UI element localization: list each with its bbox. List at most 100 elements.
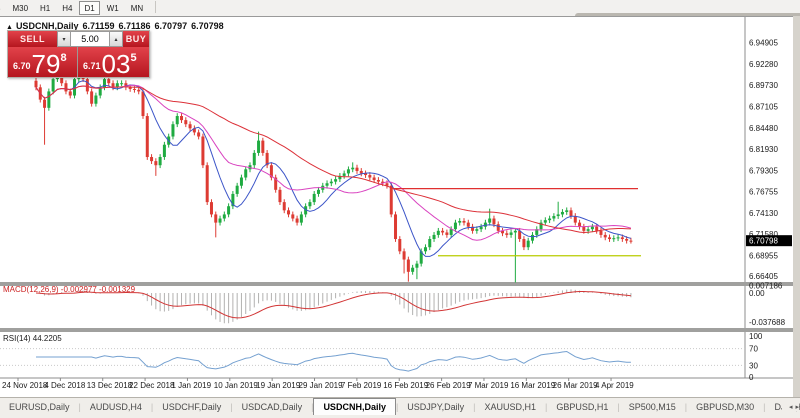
- candle: [261, 141, 264, 153]
- candle: [154, 161, 157, 165]
- current-price-value: 6.70798: [749, 237, 778, 246]
- tab-scroll-arrows[interactable]: ◂▸: [782, 403, 799, 411]
- candle: [582, 227, 585, 231]
- candle: [437, 231, 440, 235]
- candle: [407, 260, 410, 272]
- svg-text:6.89730: 6.89730: [749, 81, 778, 90]
- tab-scroll-left-icon[interactable]: ◂: [789, 404, 793, 411]
- tab-gbpusd-h1[interactable]: GBPUSD,H1: [547, 398, 617, 415]
- candle: [129, 87, 132, 89]
- candle: [176, 116, 179, 124]
- candle: [390, 186, 393, 215]
- svg-text:6.84480: 6.84480: [749, 124, 778, 133]
- candle: [492, 219, 495, 225]
- candle: [210, 202, 213, 214]
- tab-scroll-right-icon[interactable]: ▸: [795, 404, 799, 411]
- candle: [137, 90, 140, 92]
- tab-usdchf-daily[interactable]: USDCHF,Daily: [153, 398, 230, 415]
- one-click-trading-widget: SELL ▾ 5.00 ▴ BUY 6.70798 6.71035: [7, 30, 150, 78]
- svg-text:30: 30: [749, 361, 758, 370]
- tab-audusd-h4[interactable]: AUDUSD,H4: [81, 398, 151, 415]
- sell-price-button[interactable]: 6.70798: [8, 47, 77, 77]
- candle: [377, 180, 380, 182]
- svg-text:-0.037688: -0.037688: [749, 318, 786, 327]
- chart-tab-bar: EURUSD,Daily|AUDUSD,H4|USDCHF,Daily|USDC…: [0, 397, 800, 418]
- buy-price-button[interactable]: 6.71035: [78, 47, 149, 77]
- date-label: 1 Jan 2019: [171, 381, 211, 390]
- candle: [497, 224, 500, 231]
- candle: [514, 231, 517, 233]
- date-label: 26 Mar 2019: [553, 381, 598, 390]
- date-label: 4 Apr 2019: [595, 381, 634, 390]
- candle: [617, 237, 620, 238]
- tab-usdjpy-daily[interactable]: USDJPY,Daily: [398, 398, 473, 415]
- candle: [214, 214, 217, 222]
- date-label: 4 Dec 2018: [44, 381, 85, 390]
- candle: [360, 171, 363, 173]
- candle: [458, 221, 461, 223]
- candle: [544, 220, 547, 222]
- svg-text:6.81930: 6.81930: [749, 145, 778, 154]
- candle: [291, 214, 294, 218]
- tab-eurusd-daily[interactable]: EURUSD,Daily: [0, 398, 79, 415]
- date-label: 16 Feb 2019: [383, 381, 428, 390]
- volume-increase-button[interactable]: ▴: [109, 31, 123, 47]
- tab-xauusd-h1[interactable]: XAUUSD,H1: [476, 398, 546, 415]
- tab-sp500-m15[interactable]: SP500,M15: [620, 398, 685, 415]
- pane-separator[interactable]: [0, 328, 793, 332]
- svg-text:70: 70: [749, 345, 758, 354]
- date-label: 13 Dec 2018: [87, 381, 133, 390]
- sell-price-pip: 8: [60, 52, 66, 64]
- candle: [201, 137, 204, 166]
- candle: [548, 219, 551, 221]
- tab-usdcad-daily[interactable]: USDCAD,Daily: [233, 398, 312, 415]
- date-label: 29 Jan 2019: [299, 381, 344, 390]
- tab-usdcnh-daily[interactable]: USDCNH,Daily: [313, 398, 396, 415]
- candle: [343, 173, 346, 175]
- timeframe-button-h4[interactable]: H4: [57, 1, 77, 15]
- candle: [180, 116, 183, 120]
- candle: [184, 120, 187, 124]
- candle: [356, 168, 359, 171]
- candle: [171, 124, 174, 136]
- svg-text:6.66405: 6.66405: [749, 272, 778, 281]
- sell-price-prefix: 6.70: [13, 61, 31, 71]
- timeframe-button-mn[interactable]: MN: [126, 1, 148, 15]
- candle: [94, 96, 97, 104]
- timeframe-button-w1[interactable]: W1: [102, 1, 124, 15]
- date-label: 16 Mar 2019: [510, 381, 555, 390]
- candle: [441, 231, 444, 233]
- candle: [227, 206, 230, 214]
- tab-gbpusd-m30[interactable]: GBPUSD,M30: [687, 398, 763, 415]
- candle: [86, 79, 89, 91]
- candle: [120, 83, 123, 84]
- candle: [411, 268, 414, 272]
- candle: [552, 216, 555, 218]
- candle: [587, 229, 590, 231]
- buy-price-prefix: 6.71: [83, 61, 101, 71]
- volume-decrease-button[interactable]: ▾: [57, 31, 71, 47]
- candle: [150, 157, 153, 161]
- candle: [488, 219, 491, 223]
- date-label: 19 Jan 2019: [256, 381, 301, 390]
- sell-button[interactable]: SELL: [8, 31, 57, 47]
- candle: [69, 91, 72, 95]
- candle: [505, 233, 508, 235]
- buy-button[interactable]: BUY: [123, 31, 149, 47]
- volume-input[interactable]: 5.00: [71, 31, 109, 47]
- timeframe-button-m30[interactable]: M30: [7, 1, 33, 15]
- candle: [347, 169, 350, 173]
- candle: [278, 190, 281, 202]
- triangle-up-icon: ▴: [114, 36, 117, 43]
- candle: [612, 238, 615, 239]
- timeframe-button-5[interactable]: 5: [0, 1, 5, 15]
- timeframe-button-d1[interactable]: D1: [79, 1, 99, 15]
- macd-label: MACD(12,26,9) -0.002977 -0.001329: [3, 285, 136, 294]
- candle: [223, 214, 226, 218]
- sell-price-big: 79: [32, 53, 61, 75]
- date-label: 7 Mar 2019: [468, 381, 509, 390]
- candle: [317, 190, 320, 194]
- candle: [236, 186, 239, 194]
- toolbar-separator: [155, 1, 156, 13]
- timeframe-button-h1[interactable]: H1: [35, 1, 55, 15]
